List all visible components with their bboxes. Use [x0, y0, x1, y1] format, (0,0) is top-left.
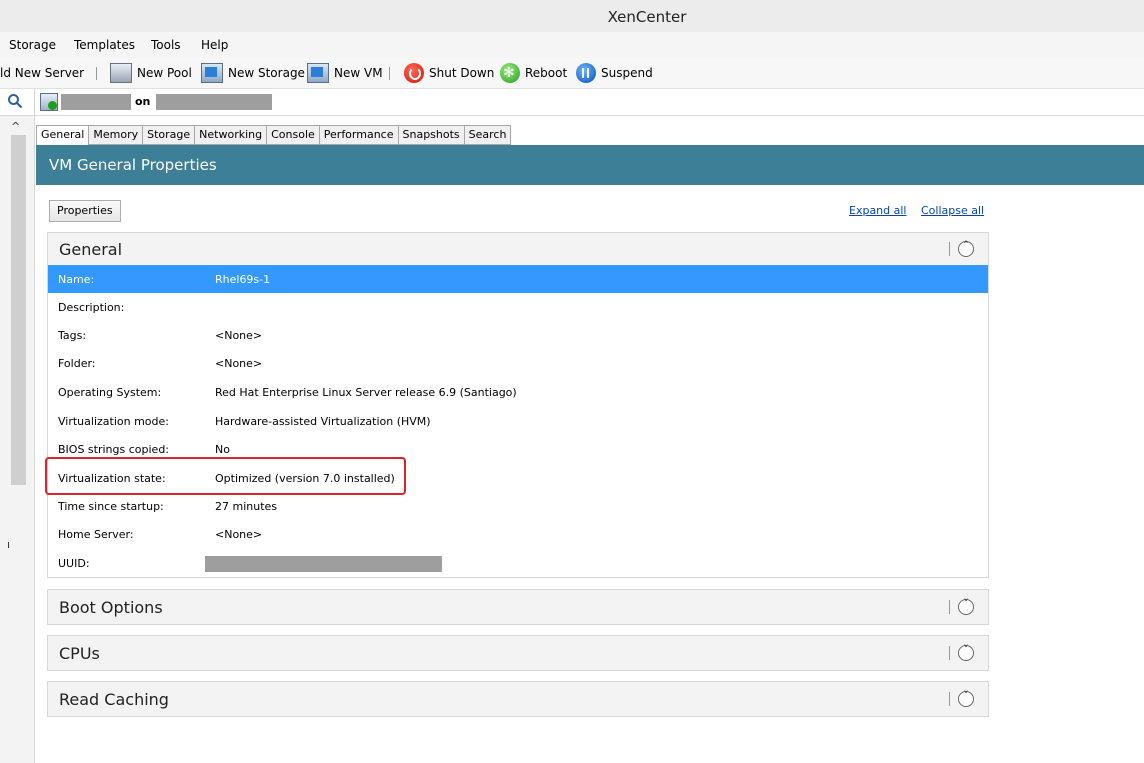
- property-row-home-server[interactable]: Home Server: <None>: [48, 520, 988, 548]
- window-title: XenCenter: [607, 8, 687, 26]
- menu-help[interactable]: Help: [201, 38, 228, 52]
- scroll-up-icon[interactable]: ^: [11, 120, 20, 133]
- property-label: Home Server:: [58, 528, 134, 541]
- section-title: Boot Options: [59, 598, 163, 617]
- menu-tools[interactable]: Tools: [151, 38, 181, 52]
- location-bar: on: [0, 89, 1144, 116]
- highlight-box: [45, 457, 406, 495]
- toolbar-separator: [96, 67, 97, 80]
- property-label: Tags:: [58, 329, 87, 342]
- new-vm-button[interactable]: New VM: [307, 58, 383, 88]
- toolbar-separator: [389, 67, 390, 80]
- tab-general[interactable]: General: [36, 125, 90, 146]
- divider: [949, 646, 950, 660]
- boot-options-section-header[interactable]: Boot Options: [47, 589, 989, 625]
- tab-performance[interactable]: Performance: [319, 125, 399, 145]
- menu-bar: Storage Templates Tools Help: [0, 32, 1144, 58]
- general-section-header[interactable]: General: [47, 232, 989, 266]
- property-row-folder[interactable]: Folder: <None>: [48, 349, 988, 377]
- property-value: No: [215, 443, 230, 456]
- expand-icon[interactable]: [958, 643, 974, 661]
- menu-storage[interactable]: Storage: [9, 38, 56, 52]
- suspend-button[interactable]: Suspend: [576, 58, 653, 88]
- expand-all-link[interactable]: Expand all: [849, 204, 907, 217]
- new-pool-button[interactable]: New Pool: [110, 58, 192, 88]
- property-label: Name:: [58, 273, 95, 286]
- read-caching-section-header[interactable]: Read Caching: [47, 681, 989, 717]
- shut-down-button[interactable]: Shut Down: [404, 58, 494, 88]
- tab-console[interactable]: Console: [267, 125, 320, 145]
- pane-edge-mark: ı: [7, 538, 11, 551]
- property-row-virtualization-mode[interactable]: Virtualization mode: Hardware-assisted V…: [48, 407, 988, 435]
- vm-icon: [307, 63, 329, 83]
- title-bar: XenCenter: [0, 0, 1144, 32]
- property-value: Red Hat Enterprise Linux Server release …: [215, 386, 517, 399]
- scrollbar-thumb[interactable]: [11, 135, 26, 485]
- cpus-section-header[interactable]: CPUs: [47, 635, 989, 671]
- property-value: Hardware-assisted Virtualization (HVM): [215, 415, 431, 428]
- property-row-uuid[interactable]: UUID:: [48, 549, 988, 577]
- page-banner: VM General Properties: [36, 145, 1144, 185]
- reboot-button[interactable]: Reboot: [500, 58, 567, 88]
- tab-snapshots[interactable]: Snapshots: [398, 125, 465, 145]
- tab-search[interactable]: Search: [464, 125, 512, 145]
- storage-icon: [201, 63, 223, 83]
- menu-templates[interactable]: Templates: [74, 38, 135, 52]
- reboot-icon: [500, 63, 520, 83]
- expand-icon[interactable]: [958, 597, 974, 615]
- divider: [949, 600, 950, 614]
- divider: [949, 242, 950, 256]
- property-label: UUID:: [58, 557, 90, 570]
- divider: [34, 89, 35, 115]
- section-title: General: [59, 240, 123, 259]
- property-row-description[interactable]: Description:: [48, 293, 988, 321]
- property-value: 27 minutes: [215, 500, 278, 513]
- property-value: Rhel69s-1: [215, 273, 271, 286]
- tab-memory[interactable]: Memory: [89, 125, 144, 145]
- section-title: Read Caching: [59, 690, 169, 709]
- redacted-vm-name: [61, 94, 131, 110]
- property-label: Time since startup:: [58, 500, 164, 513]
- property-row-time-since-startup[interactable]: Time since startup: 27 minutes: [48, 492, 988, 520]
- collapse-icon[interactable]: [958, 239, 974, 257]
- property-label: Operating System:: [58, 386, 162, 399]
- expand-icon[interactable]: [958, 689, 974, 707]
- running-indicator-icon: [48, 101, 57, 110]
- tab-strip: General Memory Storage Networking Consol…: [36, 125, 512, 146]
- vm-status-icon: [40, 93, 58, 111]
- property-label: Description:: [58, 301, 125, 314]
- section-title: CPUs: [59, 644, 100, 663]
- property-value: <None>: [215, 329, 263, 342]
- property-value: <None>: [215, 528, 263, 541]
- property-row-tags[interactable]: Tags: <None>: [48, 321, 988, 349]
- tab-storage[interactable]: Storage: [143, 125, 196, 145]
- pool-icon: [110, 63, 132, 83]
- property-label: Folder:: [58, 357, 96, 370]
- divider: [949, 692, 950, 706]
- add-new-server-button[interactable]: ld New Server: [0, 58, 84, 88]
- tab-networking[interactable]: Networking: [195, 125, 268, 145]
- power-icon: [404, 63, 424, 83]
- toolbar: ld New Server New Pool New Storage New V…: [0, 58, 1144, 89]
- pause-icon: [576, 63, 596, 83]
- property-row-name[interactable]: Name: Rhel69s-1: [48, 265, 988, 293]
- general-properties-table: Name: Rhel69s-1 Description: Tags: <None…: [47, 265, 989, 578]
- redacted-host-name: [156, 94, 272, 110]
- page-title: VM General Properties: [49, 156, 217, 174]
- new-storage-button[interactable]: New Storage: [201, 58, 305, 88]
- property-value: <None>: [215, 357, 263, 370]
- location-connector: on: [135, 95, 151, 108]
- search-icon[interactable]: [7, 93, 23, 109]
- property-label: BIOS strings copied:: [58, 443, 170, 456]
- property-label: Virtualization mode:: [58, 415, 169, 428]
- properties-button[interactable]: Properties: [49, 200, 121, 222]
- collapse-all-link[interactable]: Collapse all: [921, 204, 984, 217]
- redacted-uuid: [205, 556, 442, 572]
- property-row-operating-system[interactable]: Operating System: Red Hat Enterprise Lin…: [48, 378, 988, 406]
